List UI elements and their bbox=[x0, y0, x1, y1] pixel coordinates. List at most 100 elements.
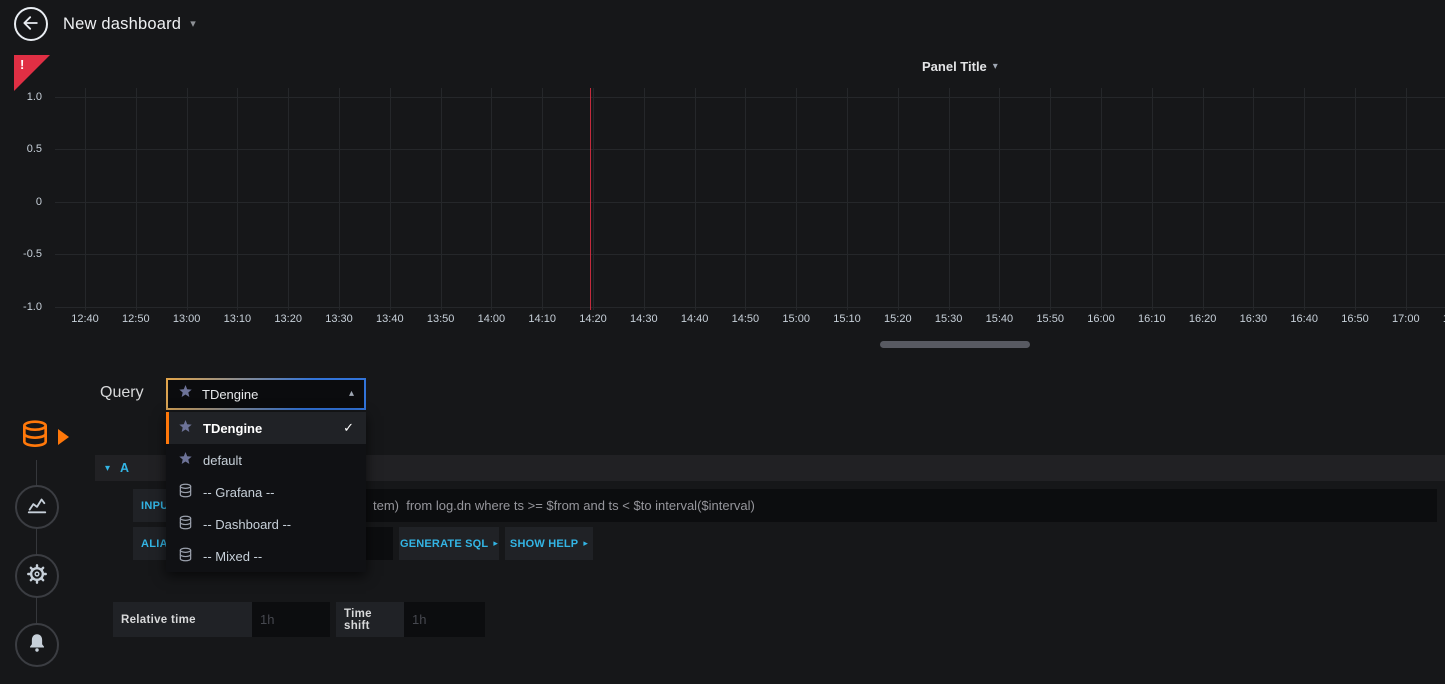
v-gridline bbox=[491, 88, 492, 310]
input-sql-field[interactable]: tem) from log.dn where ts >= $from and t… bbox=[234, 489, 1437, 522]
x-tick-label: 16:00 bbox=[1076, 313, 1126, 325]
y-tick-label: -1.0 bbox=[2, 301, 42, 313]
y-tick-label: 0 bbox=[2, 196, 42, 208]
x-tick-label: 15:00 bbox=[771, 313, 821, 325]
star-icon bbox=[178, 419, 193, 437]
dropdown-item-grafana[interactable]: -- Grafana -- bbox=[166, 476, 366, 508]
v-gridline bbox=[187, 88, 188, 310]
chevron-right-icon: ▸ bbox=[583, 538, 588, 549]
x-axis: 12:4012:5013:0013:1013:2013:3013:4013:50… bbox=[55, 313, 1445, 329]
database-icon bbox=[178, 547, 193, 565]
chevron-right-icon: ▸ bbox=[493, 538, 498, 549]
x-tick-label: 15:40 bbox=[974, 313, 1024, 325]
dropdown-item-label: TDengine bbox=[203, 421, 262, 436]
x-tick-label: 15:20 bbox=[873, 313, 923, 325]
time-shift-label: Time shift bbox=[336, 602, 404, 637]
generate-sql-label: GENERATE SQL bbox=[400, 538, 488, 550]
dropdown-item-default[interactable]: default bbox=[166, 444, 366, 476]
x-tick-label: 16:40 bbox=[1279, 313, 1329, 325]
show-help-label: SHOW HELP bbox=[510, 538, 578, 550]
panel-title-menu[interactable]: Panel Title ▾ bbox=[922, 59, 998, 74]
x-tick-label: 16:30 bbox=[1228, 313, 1278, 325]
tab-visualization[interactable] bbox=[15, 485, 59, 529]
tab-queries[interactable] bbox=[12, 414, 58, 460]
back-button[interactable] bbox=[14, 7, 48, 41]
h-gridline bbox=[55, 149, 1445, 150]
v-gridline bbox=[441, 88, 442, 310]
horizontal-scrollbar-thumb[interactable] bbox=[880, 341, 1030, 348]
v-gridline bbox=[1253, 88, 1254, 310]
generate-sql-button[interactable]: GENERATE SQL ▸ bbox=[399, 527, 499, 560]
x-tick-label: 14:00 bbox=[466, 313, 516, 325]
v-gridline bbox=[136, 88, 137, 310]
v-gridline bbox=[1050, 88, 1051, 310]
x-tick-label: 14:40 bbox=[670, 313, 720, 325]
v-gridline bbox=[542, 88, 543, 310]
plot-area bbox=[55, 88, 1445, 310]
v-gridline bbox=[339, 88, 340, 310]
x-tick-label: 17:10 bbox=[1432, 313, 1445, 325]
x-tick-label: 14:50 bbox=[720, 313, 770, 325]
x-tick-label: 14:10 bbox=[517, 313, 567, 325]
x-tick-label: 16:10 bbox=[1127, 313, 1177, 325]
datasource-select[interactable]: TDengine ▴ bbox=[166, 378, 366, 410]
database-icon bbox=[178, 483, 193, 501]
x-tick-label: 12:40 bbox=[60, 313, 110, 325]
time-shift-input[interactable] bbox=[404, 602, 485, 637]
tab-alert[interactable] bbox=[15, 623, 59, 667]
v-gridline bbox=[1152, 88, 1153, 310]
dropdown-item-dashboard[interactable]: -- Dashboard -- bbox=[166, 508, 366, 540]
y-tick-label: 1.0 bbox=[2, 91, 42, 103]
dropdown-item-label: -- Grafana -- bbox=[203, 485, 275, 500]
v-gridline bbox=[593, 88, 594, 310]
x-tick-label: 16:20 bbox=[1178, 313, 1228, 325]
x-tick-label: 16:50 bbox=[1330, 313, 1380, 325]
star-icon bbox=[178, 384, 193, 404]
x-tick-label: 13:10 bbox=[212, 313, 262, 325]
h-gridline bbox=[55, 202, 1445, 203]
chevron-up-icon: ▴ bbox=[349, 389, 354, 399]
y-tick-label: -0.5 bbox=[2, 248, 42, 260]
dropdown-item-label: -- Dashboard -- bbox=[203, 517, 291, 532]
x-tick-label: 15:30 bbox=[924, 313, 974, 325]
show-help-button[interactable]: SHOW HELP ▸ bbox=[505, 527, 593, 560]
x-tick-label: 17:00 bbox=[1381, 313, 1431, 325]
tab-general[interactable] bbox=[15, 554, 59, 598]
relative-time-input[interactable] bbox=[252, 602, 330, 637]
v-gridline bbox=[85, 88, 86, 310]
grafana-app: New dashboard ▾ ! Panel Title ▾ 1.00.50-… bbox=[0, 0, 1445, 684]
dropdown-item-tdengine[interactable]: TDengine ✓ bbox=[166, 412, 366, 444]
annotation-red-line bbox=[590, 88, 591, 310]
v-gridline bbox=[1101, 88, 1102, 310]
v-gridline bbox=[288, 88, 289, 310]
h-gridline bbox=[55, 307, 1445, 308]
v-gridline bbox=[999, 88, 1000, 310]
dropdown-item-label: -- Mixed -- bbox=[203, 549, 262, 564]
v-gridline bbox=[949, 88, 950, 310]
x-tick-label: 14:20 bbox=[568, 313, 618, 325]
v-gridline bbox=[1355, 88, 1356, 310]
dashboard-title-menu[interactable]: New dashboard ▾ bbox=[63, 0, 196, 48]
x-tick-label: 13:20 bbox=[263, 313, 313, 325]
v-gridline bbox=[1203, 88, 1204, 310]
v-gridline bbox=[695, 88, 696, 310]
relative-time-label: Relative time bbox=[113, 602, 252, 637]
arrow-left-icon bbox=[21, 13, 41, 36]
x-tick-label: 13:30 bbox=[314, 313, 364, 325]
star-icon bbox=[178, 451, 193, 469]
dropdown-item-mixed[interactable]: -- Mixed -- bbox=[166, 540, 366, 572]
dashboard-title: New dashboard bbox=[63, 15, 181, 34]
dropdown-item-label: default bbox=[203, 453, 242, 468]
chevron-down-icon: ▾ bbox=[105, 463, 110, 474]
v-gridline bbox=[796, 88, 797, 310]
chevron-down-icon: ▾ bbox=[190, 19, 196, 30]
y-axis: 1.00.50-0.5-1.0 bbox=[0, 88, 48, 314]
error-exclamation-icon: ! bbox=[20, 57, 24, 72]
x-tick-label: 15:10 bbox=[822, 313, 872, 325]
v-gridline bbox=[745, 88, 746, 310]
chevron-down-icon: ▾ bbox=[993, 62, 998, 72]
check-icon: ✓ bbox=[343, 420, 354, 436]
panel-error-corner[interactable]: ! bbox=[14, 55, 50, 91]
query-ref-id: A bbox=[120, 461, 129, 475]
v-gridline bbox=[644, 88, 645, 310]
